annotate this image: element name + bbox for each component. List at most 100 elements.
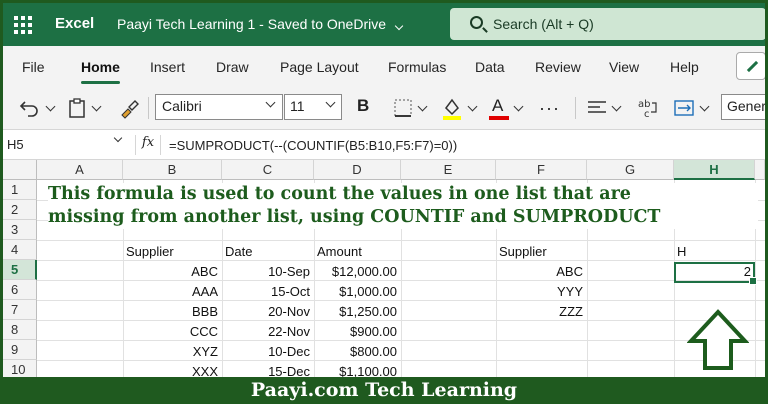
table-cell-date[interactable]: 10-Dec (222, 342, 314, 362)
bold-button[interactable]: B (357, 96, 369, 116)
table-cell-date[interactable]: 15-Oct (222, 282, 314, 302)
column-header-g[interactable]: G (587, 160, 674, 180)
document-title-text: Paayi Tech Learning 1 - Saved to OneDriv… (117, 16, 387, 32)
list2-cell[interactable]: ABC (496, 262, 587, 282)
tab-page-layout[interactable]: Page Layout (280, 59, 359, 75)
formula-bar: H5 fx =SUMPRODUCT(--(COUNTIF(B5:B10,F5:F… (3, 130, 765, 160)
title-bar: Excel Paayi Tech Learning 1 - Saved to O… (3, 3, 765, 46)
wrap-text-button[interactable]: ab c (637, 95, 659, 121)
clipboard-icon (69, 98, 85, 118)
tab-file[interactable]: File (22, 59, 45, 75)
editing-pen-icon[interactable] (736, 52, 765, 80)
divider (575, 97, 576, 119)
header-amount[interactable]: Amount (314, 242, 401, 262)
font-size-value: 11 (290, 98, 305, 114)
tab-draw[interactable]: Draw (216, 59, 249, 75)
tab-help[interactable]: Help (670, 59, 699, 75)
column-header-a[interactable]: A (37, 160, 123, 180)
merge-button[interactable] (673, 95, 710, 121)
table-cell-amount[interactable]: $900.00 (314, 322, 401, 342)
excel-window: Excel Paayi Tech Learning 1 - Saved to O… (3, 3, 765, 401)
table-cell-supplier[interactable]: BBB (123, 302, 222, 322)
chevron-down-icon (265, 97, 276, 108)
font-color-button[interactable]: A (489, 95, 524, 121)
table-cell-amount[interactable]: $1,250.00 (314, 302, 401, 322)
select-all-corner[interactable] (3, 160, 37, 180)
merge-cells-icon (674, 100, 694, 116)
chevron-down-icon (394, 21, 404, 31)
font-size-select[interactable]: 11 (284, 94, 342, 120)
tab-home[interactable]: Home (81, 59, 120, 84)
tab-formulas[interactable]: Formulas (388, 59, 446, 75)
column-header-b[interactable]: B (123, 160, 222, 180)
table-cell-date[interactable]: 22-Nov (222, 322, 314, 342)
row-header-2[interactable]: 2 (3, 200, 37, 220)
footer-banner: Paayi.com Tech Learning (0, 377, 768, 404)
paste-button[interactable] (67, 95, 102, 121)
chevron-down-icon (113, 133, 123, 143)
list2-cell[interactable]: ZZZ (496, 302, 587, 322)
chevron-down-icon (325, 97, 336, 108)
row-header-9[interactable]: 9 (3, 340, 37, 360)
overlay-caption: This formula is used to count the values… (48, 183, 758, 229)
align-button[interactable] (587, 95, 622, 121)
font-name-select[interactable]: Calibri (155, 94, 283, 120)
undo-button[interactable] (19, 95, 56, 121)
formula-input[interactable]: =SUMPRODUCT(--(COUNTIF(B5:B10,F5:F7)=0)) (169, 138, 457, 153)
fill-color-button[interactable] (441, 95, 478, 121)
tab-review[interactable]: Review (535, 59, 581, 75)
table-cell-supplier[interactable]: CCC (123, 322, 222, 342)
home-toolbar: Calibri 11 B A ··· ab c Gener (3, 86, 765, 130)
format-painter-icon (121, 100, 139, 119)
row-header-7[interactable]: 7 (3, 300, 37, 320)
up-arrow-icon (687, 309, 749, 370)
search-placeholder: Search (Alt + Q) (493, 16, 594, 32)
table-cell-supplier[interactable]: XYZ (123, 342, 222, 362)
table-cell-amount[interactable]: $800.00 (314, 342, 401, 362)
column-header-h[interactable]: H (674, 160, 755, 180)
column-header-d[interactable]: D (314, 160, 401, 180)
table-cell-amount[interactable]: $1,000.00 (314, 282, 401, 302)
row-header-3[interactable]: 3 (3, 220, 37, 240)
row-header-5[interactable]: 5 (3, 260, 37, 280)
table-cell-date[interactable]: 20-Nov (222, 302, 314, 322)
row-header-6[interactable]: 6 (3, 280, 37, 300)
header-supplier[interactable]: Supplier (123, 242, 222, 262)
tab-view[interactable]: View (609, 59, 639, 75)
tab-data[interactable]: Data (475, 59, 505, 75)
column-header-e[interactable]: E (401, 160, 496, 180)
row-header-8[interactable]: 8 (3, 320, 37, 340)
result-cell[interactable]: 2 (674, 262, 755, 282)
format-painter-button[interactable] (118, 95, 140, 121)
borders-button[interactable] (393, 95, 428, 121)
tab-insert[interactable]: Insert (150, 59, 185, 75)
search-icon (470, 16, 483, 29)
list2-cell[interactable]: YYY (496, 282, 587, 302)
insert-function-button[interactable]: fx (135, 135, 161, 155)
column-header-i[interactable] (755, 160, 765, 180)
app-name[interactable]: Excel (55, 15, 94, 32)
column-header-c[interactable]: C (222, 160, 314, 180)
name-box[interactable]: H5 (3, 133, 129, 156)
number-format-value: General (727, 98, 765, 114)
number-format-select[interactable]: General (721, 94, 765, 120)
table-cell-amount[interactable]: $12,000.00 (314, 262, 401, 282)
header-h[interactable]: H (674, 242, 755, 262)
undo-icon (19, 101, 38, 117)
ribbon-tabs: File Home Insert Draw Page Layout Formul… (3, 46, 765, 86)
column-header-f[interactable]: F (496, 160, 587, 180)
header-date[interactable]: Date (222, 242, 314, 262)
table-cell-supplier[interactable]: ABC (123, 262, 222, 282)
fill-color-icon (443, 98, 461, 120)
more-options-icon[interactable]: ··· (539, 95, 560, 121)
table-cell-supplier[interactable]: AAA (123, 282, 222, 302)
search-box[interactable]: Search (Alt + Q) (450, 8, 765, 40)
document-title[interactable]: Paayi Tech Learning 1 - Saved to OneDriv… (117, 16, 404, 32)
divider (148, 97, 149, 119)
row-header-4[interactable]: 4 (3, 240, 37, 260)
table-cell-date[interactable]: 10-Sep (222, 262, 314, 282)
row-header-1[interactable]: 1 (3, 180, 37, 200)
app-launcher-icon[interactable] (14, 16, 32, 34)
font-name-value: Calibri (162, 98, 202, 114)
header-supplier-list2[interactable]: Supplier (496, 242, 587, 262)
